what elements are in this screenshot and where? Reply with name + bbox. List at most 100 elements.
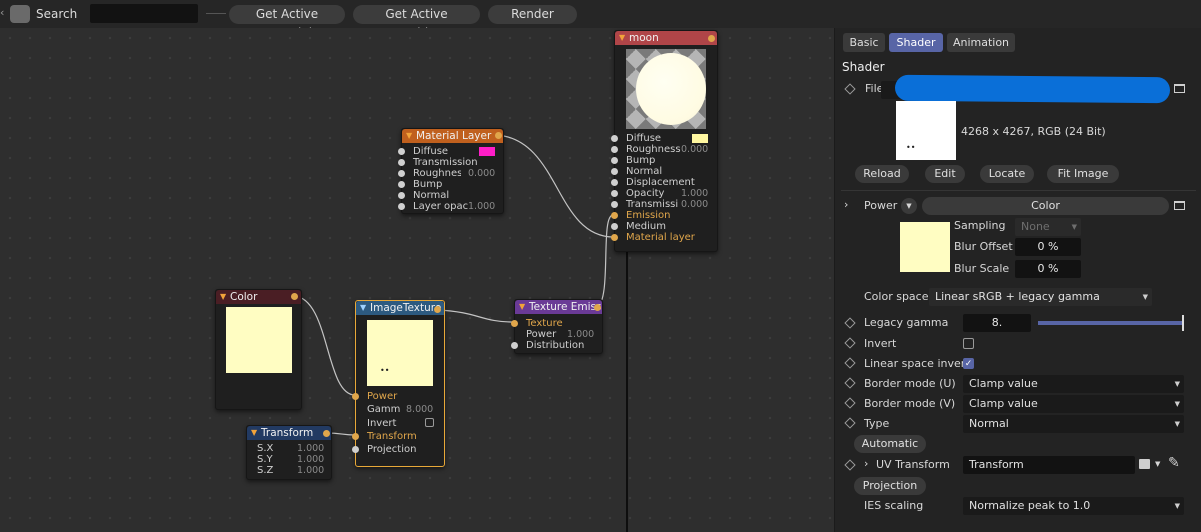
color-space-dropdown[interactable]: Linear sRGB + legacy gamma ▼: [929, 288, 1152, 306]
keyframe-diamond-icon[interactable]: [844, 397, 856, 409]
input-pin-roughness[interactable]: [611, 146, 618, 153]
collapse-triangle-icon[interactable]: ▼: [619, 31, 625, 45]
power-value[interactable]: 1.000: [567, 329, 594, 340]
input-pin-transform[interactable]: [352, 433, 359, 440]
input-pin-medium[interactable]: [611, 223, 618, 230]
collapse-triangle-icon[interactable]: ▼: [251, 426, 257, 440]
node-header[interactable]: ▼ ImageTexture: [356, 301, 444, 315]
locate-button[interactable]: Locate: [980, 165, 1034, 183]
keyframe-diamond-icon[interactable]: [844, 377, 856, 389]
input-pin-transmission[interactable]: [398, 159, 405, 166]
border-mode-v-dropdown[interactable]: Clamp value ▼: [963, 395, 1184, 413]
invert-checkbox[interactable]: [963, 338, 974, 349]
expand-chevron-icon[interactable]: ›: [844, 198, 848, 211]
input-pin-normal[interactable]: [398, 192, 405, 199]
input-pin-layer-opacity[interactable]: [398, 203, 405, 210]
input-pin-power[interactable]: [352, 393, 359, 400]
node-header[interactable]: ▼ Color: [216, 290, 301, 304]
input-pin-roughness[interactable]: [398, 170, 405, 177]
tab-shader[interactable]: Shader: [889, 33, 943, 52]
keyframe-diamond-icon[interactable]: [844, 417, 856, 429]
border-mode-u-dropdown[interactable]: Clamp value ▼: [963, 375, 1184, 393]
ies-scaling-dropdown[interactable]: Normalize peak to 1.0 ▼: [963, 497, 1184, 515]
input-pin-opacity[interactable]: [611, 190, 618, 197]
linear-space-invert-checkbox[interactable]: ✓: [963, 358, 974, 369]
transmission-value[interactable]: 0.000: [681, 199, 708, 210]
edit-button[interactable]: Edit: [925, 165, 965, 183]
blur-offset-field[interactable]: 0 %: [1015, 238, 1081, 256]
node-transform[interactable]: ▼ Transform S.X 1.000 S.Y 1.000 S.Z 1.000: [246, 425, 332, 480]
input-pin-bump[interactable]: [398, 181, 405, 188]
layer-opacity-value[interactable]: 1.000: [468, 201, 495, 212]
node-moon[interactable]: ▼ moon Diffuse Roughness 0.000 Bump Norma…: [611, 30, 718, 252]
render-aovs-button[interactable]: Render AOVs: [488, 5, 577, 40]
legacy-gamma-field[interactable]: 8.: [963, 314, 1031, 332]
legacy-gamma-slider-track[interactable]: [1038, 315, 1184, 331]
power-color-button[interactable]: Color: [922, 197, 1169, 215]
scale-y-value[interactable]: 1.000: [297, 454, 324, 465]
output-pin[interactable]: [495, 132, 502, 139]
search-input[interactable]: [90, 4, 198, 23]
node-header[interactable]: ▼ Material Layer: [402, 129, 503, 143]
input-pin-normal[interactable]: [611, 168, 618, 175]
tab-basic[interactable]: Basic: [843, 33, 885, 52]
opacity-value[interactable]: 1.000: [681, 188, 708, 199]
browse-folder-icon[interactable]: [1174, 84, 1185, 93]
collapse-triangle-icon[interactable]: ▼: [519, 300, 525, 314]
keyframe-diamond-icon[interactable]: [844, 357, 856, 369]
input-pin-material-layer[interactable]: [611, 234, 618, 241]
output-pin[interactable]: [323, 430, 330, 437]
output-pin[interactable]: [708, 35, 715, 42]
diffuse-swatch[interactable]: [692, 134, 708, 143]
power-mode-dropdown[interactable]: ▼: [901, 198, 917, 214]
collapse-triangle-icon[interactable]: ▼: [406, 129, 412, 143]
node-image-texture[interactable]: ▼ ImageTexture •• Power Gamma 8.000 Inver…: [352, 300, 445, 467]
node-header[interactable]: ▼ moon: [615, 31, 717, 45]
input-pin-diffuse[interactable]: [611, 135, 618, 142]
diffuse-swatch[interactable]: [479, 147, 495, 156]
input-pin-diffuse[interactable]: [398, 148, 405, 155]
get-active-tag-object-button[interactable]: Get Active tag/object: [353, 5, 480, 40]
type-dropdown[interactable]: Normal ▼: [963, 415, 1184, 433]
output-pin[interactable]: [594, 304, 601, 311]
input-pin-distribution[interactable]: [511, 342, 518, 349]
tab-animation[interactable]: Animation: [947, 33, 1015, 52]
node-texture-emission[interactable]: ▼ Texture Emiss Texture Power 1.000 Distr…: [511, 299, 603, 354]
input-pin-texture[interactable]: [511, 320, 518, 327]
input-pin-projection[interactable]: [352, 446, 359, 453]
node-color[interactable]: ▼ Color: [215, 289, 302, 410]
automatic-button[interactable]: Automatic: [854, 435, 926, 453]
output-pin[interactable]: [291, 293, 298, 300]
input-pin-emission[interactable]: [611, 212, 618, 219]
power-folder-icon[interactable]: [1174, 201, 1185, 210]
roughness-value[interactable]: 0.000: [468, 168, 495, 179]
input-pin-displacement[interactable]: [611, 179, 618, 186]
node-material-layer[interactable]: ▼ Material Layer Diffuse Transmission Rou…: [398, 128, 504, 214]
blur-scale-field[interactable]: 0 %: [1015, 260, 1081, 278]
input-pin-bump[interactable]: [611, 157, 618, 164]
get-active-material-button[interactable]: Get Active material: [229, 5, 345, 40]
input-pin-transmission[interactable]: [611, 201, 618, 208]
collapse-icon[interactable]: ‹: [0, 6, 4, 19]
keyframe-diamond-icon[interactable]: [844, 337, 856, 349]
reload-button[interactable]: Reload: [855, 165, 909, 183]
edit-pencil-icon[interactable]: ✎: [1168, 455, 1180, 471]
keyframe-diamond-icon[interactable]: [844, 317, 856, 329]
keyframe-diamond-icon[interactable]: [844, 459, 856, 471]
gamma-value[interactable]: 8.000: [406, 404, 433, 415]
image-icon[interactable]: [1139, 459, 1150, 469]
collapse-triangle-icon[interactable]: ▼: [360, 301, 366, 315]
uv-expand-chevron-icon[interactable]: ›: [864, 457, 868, 470]
power-color-swatch[interactable]: [900, 222, 950, 272]
scale-z-value[interactable]: 1.000: [297, 465, 324, 476]
sampling-dropdown[interactable]: None ▼: [1015, 218, 1081, 236]
color-swatch[interactable]: [226, 307, 292, 373]
node-header[interactable]: ▼ Transform: [247, 426, 331, 440]
output-pin[interactable]: [434, 306, 441, 313]
keyframe-diamond-icon[interactable]: [844, 83, 856, 95]
uv-dropdown-arrow-icon[interactable]: ▼: [1155, 460, 1160, 468]
scale-x-value[interactable]: 1.000: [297, 443, 324, 454]
collapse-triangle-icon[interactable]: ▼: [220, 290, 226, 304]
projection-button[interactable]: Projection: [854, 477, 926, 495]
fit-image-button[interactable]: Fit Image: [1047, 165, 1119, 183]
